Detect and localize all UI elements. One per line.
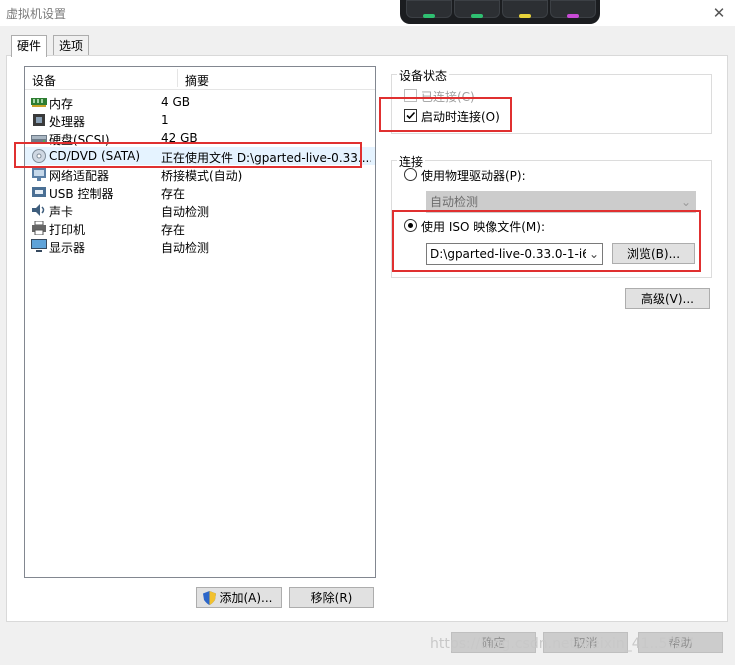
- advanced-button[interactable]: 高级(V)...: [625, 288, 710, 309]
- device-summary: 桥接模式(自动): [161, 169, 243, 183]
- chevron-down-icon: ⌄: [680, 195, 691, 209]
- physical-drive-label: 使用物理驱动器(P):: [421, 169, 526, 183]
- tab-options-label: 选项: [59, 39, 84, 53]
- device-name: 打印机: [49, 223, 86, 237]
- device-summary: 自动检测: [161, 241, 210, 255]
- column-divider: [177, 69, 178, 87]
- watermark-text: https://blog.csdn.net/weixin_41..5727: [430, 636, 695, 652]
- usb-icon: [32, 187, 46, 197]
- annotation-highlight-iso: [392, 210, 701, 272]
- add-device-button[interactable]: 添加(A)...: [196, 587, 282, 608]
- window-title: 虚拟机设置: [6, 7, 67, 21]
- device-name: 内存: [49, 97, 74, 111]
- device-row-cpu[interactable]: 处理器 1: [25, 111, 375, 129]
- title-bar: 虚拟机设置 ✕: [0, 0, 735, 26]
- monitor-icon: [31, 239, 47, 252]
- device-row-usb[interactable]: USB 控制器 存在: [25, 183, 375, 201]
- tab-hardware-label: 硬件: [17, 39, 42, 53]
- advanced-label: 高级(V)...: [640, 292, 695, 306]
- remove-device-button[interactable]: 移除(R): [289, 587, 374, 608]
- annotation-highlight-power-on: [379, 97, 512, 132]
- tab-options[interactable]: 选项: [53, 35, 90, 57]
- shield-icon: [203, 591, 216, 605]
- physical-drive-value: 自动检测: [430, 195, 479, 209]
- device-name: USB 控制器: [49, 187, 114, 201]
- device-row-memory[interactable]: 内存 4 GB: [25, 93, 375, 111]
- remove-device-label: 移除(R): [310, 591, 353, 605]
- device-summary: 存在: [161, 187, 186, 201]
- column-header-device[interactable]: 设备: [32, 72, 56, 89]
- device-list-header: 设备 摘要: [25, 67, 375, 90]
- device-summary: 自动检测: [161, 205, 210, 219]
- device-row-monitor[interactable]: 显示器 自动检测: [25, 237, 375, 255]
- annotation-highlight-cdrom: [14, 142, 362, 168]
- background-keyboard-image: [400, 0, 600, 24]
- device-summary: 1: [161, 113, 169, 127]
- sound-icon: [32, 204, 45, 216]
- device-status-title: 设备状态: [397, 67, 450, 84]
- device-row-printer[interactable]: 打印机 存在: [25, 219, 375, 237]
- memory-icon: [31, 98, 47, 107]
- network-icon: [32, 168, 46, 181]
- physical-drive-radio[interactable]: [404, 168, 417, 181]
- device-name: 声卡: [49, 205, 74, 219]
- tab-hardware[interactable]: 硬件: [11, 35, 48, 57]
- printer-icon: [32, 221, 46, 235]
- close-icon[interactable]: ✕: [703, 0, 735, 26]
- device-row-sound[interactable]: 声卡 自动检测: [25, 201, 375, 219]
- device-summary: 4 GB: [161, 95, 190, 109]
- column-header-summary[interactable]: 摘要: [185, 72, 209, 89]
- device-summary: 存在: [161, 223, 186, 237]
- device-name: 显示器: [49, 241, 86, 255]
- device-name: 网络适配器: [49, 169, 110, 183]
- device-name: 处理器: [49, 115, 86, 129]
- cpu-icon: [33, 114, 45, 126]
